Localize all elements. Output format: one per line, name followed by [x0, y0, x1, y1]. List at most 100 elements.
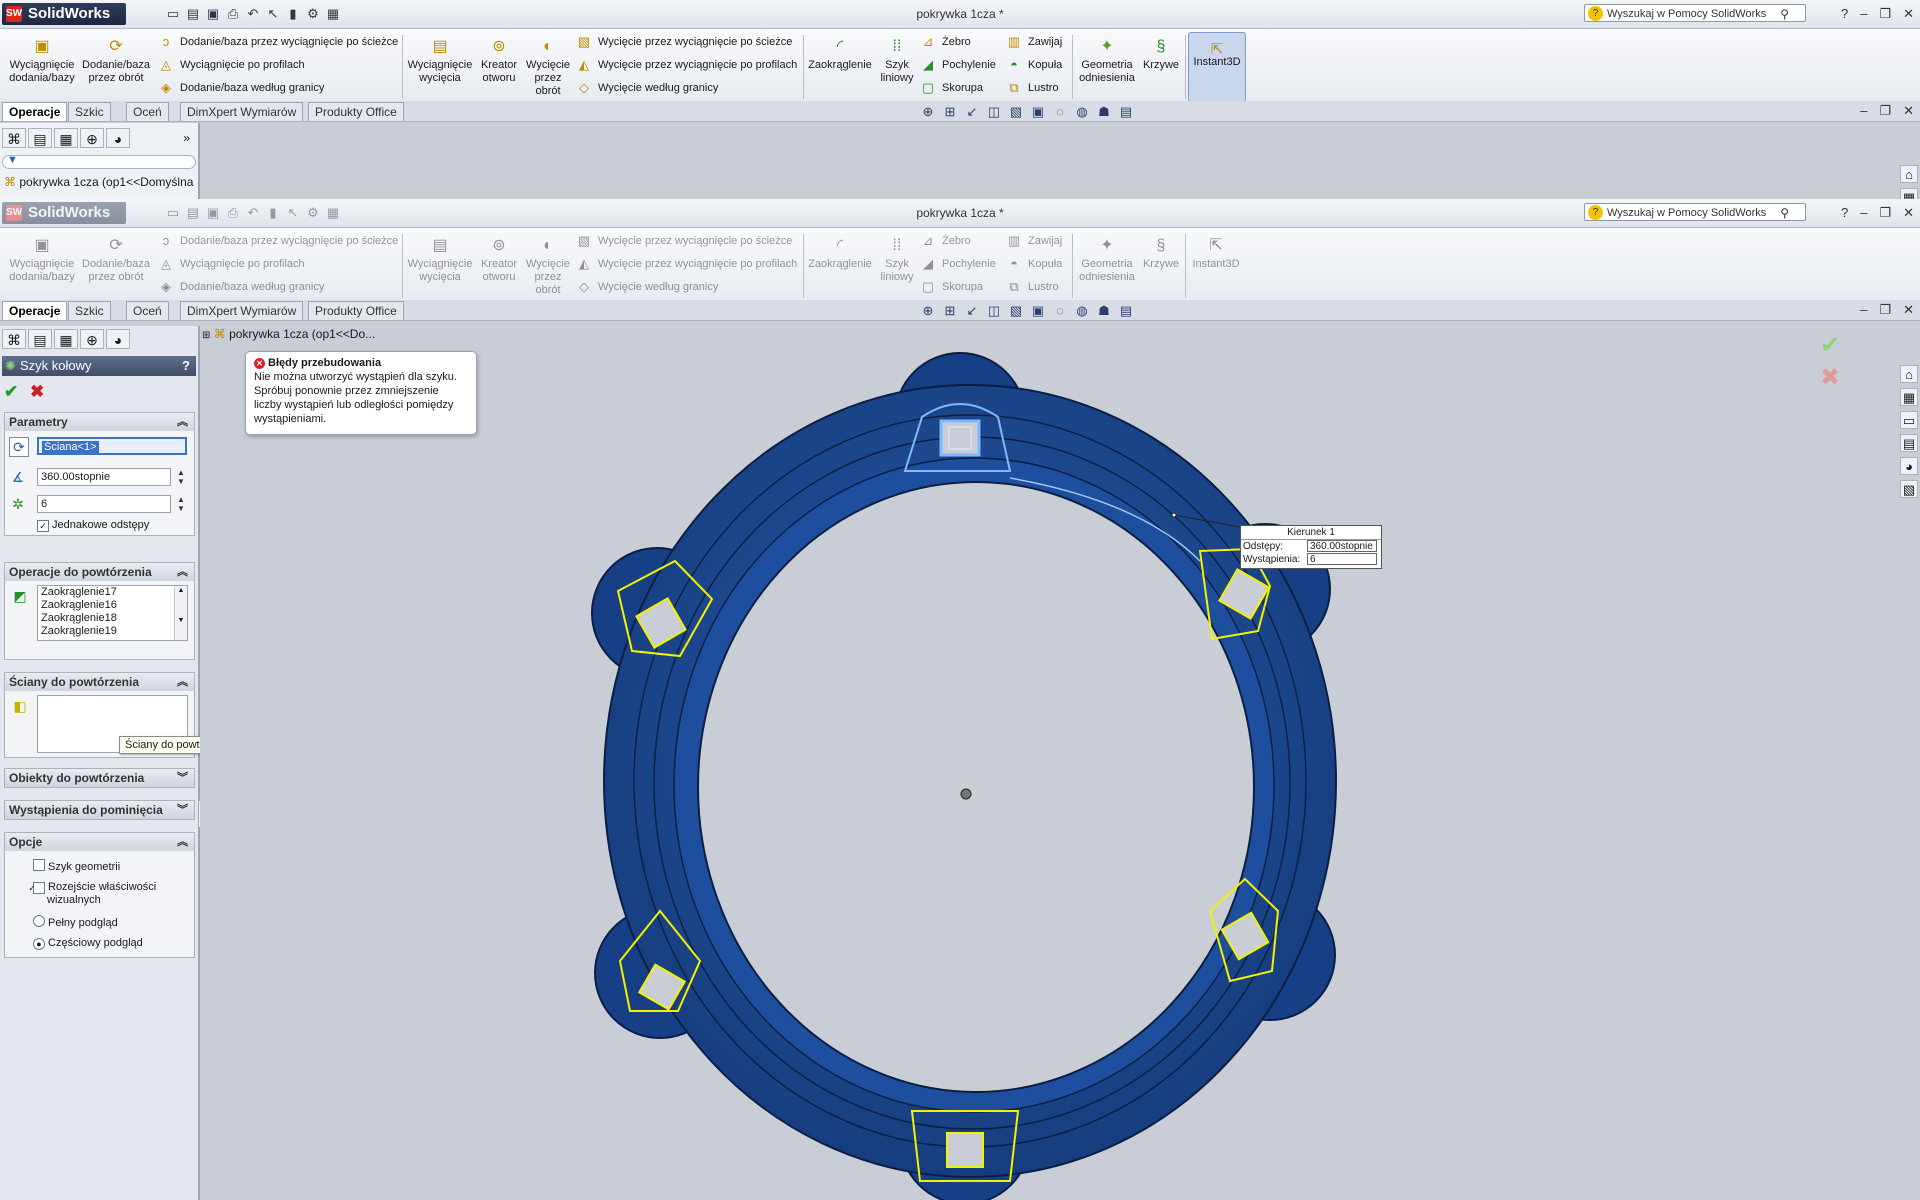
params-header[interactable]: Parametry ︽ — [5, 413, 194, 431]
view-settings-icon[interactable]: ▤ — [1118, 104, 1134, 120]
display-style-icon[interactable]: ▣ — [1030, 303, 1046, 319]
tab-operacje[interactable]: Operacje — [2, 102, 68, 121]
curves-button[interactable]: § Krzywe — [1140, 37, 1182, 72]
tab-szkic[interactable]: Szkic — [68, 301, 111, 320]
angle-spinner-icon[interactable]: ▲ ▼ — [177, 468, 185, 486]
shell-button[interactable]: ▢ Skorupa — [920, 278, 983, 296]
tab-dimxpert[interactable]: DimXpert Wymiarów — [180, 301, 304, 320]
restore-icon[interactable]: ❐ — [1879, 205, 1891, 221]
zoom-area-icon[interactable]: ⊞ — [942, 303, 958, 319]
wrap-button[interactable]: ▥ Zawijaj — [1006, 232, 1062, 250]
appearances-icon[interactable]: ◕ — [1900, 457, 1918, 475]
direction-callout[interactable]: Kierunek 1 Odstępy: 360.00stopnie Wystąpi… — [1240, 525, 1382, 569]
rib-button[interactable]: ⊿ Żebro — [920, 33, 971, 51]
mirror-button[interactable]: ⧉ Lustro — [1006, 278, 1058, 296]
instant3d-button[interactable]: ⇱ Instant3D — [1188, 32, 1246, 102]
help-icon[interactable]: ? — [1841, 205, 1848, 221]
expand-icon[interactable]: ︾ — [177, 769, 188, 787]
help-search[interactable]: ? Wyszukaj w Pomocy SolidWorks ⚲ — [1584, 4, 1806, 22]
dome-button[interactable]: ◓ Kopuła — [1006, 255, 1062, 273]
loft-cut-button[interactable]: ◭ Wycięcie przez wyciągnięcie po profilac… — [576, 56, 797, 74]
expand-panel-icon[interactable]: » — [183, 131, 190, 145]
doc-minimize-icon[interactable]: – — [1860, 302, 1867, 318]
home-icon[interactable]: ⌂ — [1900, 165, 1918, 183]
collapse-icon[interactable]: ︽ — [177, 833, 188, 851]
display-manager-tab-icon[interactable]: ◕ — [106, 329, 130, 349]
shell-button[interactable]: ▢ Skorupa — [920, 79, 983, 97]
fillet-button[interactable]: ◜ Zaokrąglenie — [806, 37, 874, 72]
list-item[interactable]: Zaokrąglenie16 — [41, 599, 187, 612]
ring-body[interactable] — [603, 384, 1337, 1178]
extrude-boss-button[interactable]: ▣ Wyciągnięcie dodania/bazy — [6, 37, 78, 85]
confirm-cancel-icon[interactable]: ✖ — [1820, 363, 1840, 392]
skip-instances-header[interactable]: Wystąpienia do pominięcia ︾ — [5, 801, 194, 819]
sweep-cut-button[interactable]: ▧ Wycięcie przez wyciągnięcie po ścieżce — [576, 232, 792, 250]
zoom-fit-icon[interactable]: ⊕ — [920, 303, 936, 319]
instances-spinner-icon[interactable]: ▲ ▼ — [177, 495, 185, 513]
property-manager-tab-icon[interactable]: ▤ — [28, 128, 52, 148]
rotate-axis-icon[interactable]: ⟳ — [9, 437, 29, 457]
configuration-manager-tab-icon[interactable]: ▦ — [54, 329, 78, 349]
loft-boss-button[interactable]: ◬ Wyciągnięcie po profilach — [158, 255, 305, 273]
section-view-icon[interactable]: ◫ — [986, 104, 1002, 120]
wrap-button[interactable]: ▥ Zawijaj — [1006, 33, 1062, 51]
expand-icon[interactable]: ︾ — [177, 801, 188, 819]
faces-header[interactable]: Ściany do powtórzenia ︽ — [5, 673, 194, 691]
revolve-boss-button[interactable]: ⟳ Dodanie/baza przez obrót — [80, 236, 152, 284]
hole-wizard-button[interactable]: ⊚ Kreator otworu — [476, 236, 522, 284]
tab-dimxpert[interactable]: DimXpert Wymiarów — [180, 102, 304, 121]
help-search[interactable]: ? Wyszukaj w Pomocy SolidWorks ⚲ — [1584, 203, 1806, 221]
linear-pattern-button[interactable]: ⁞⁞ Szyk liniowy — [876, 236, 918, 284]
part-model-view[interactable] — [200, 321, 1920, 1200]
full-preview-radio[interactable]: Pełny podgląd — [33, 915, 118, 930]
features-list[interactable]: Zaokrąglenie17 Zaokrąglenie16 Zaokrąglen… — [37, 585, 188, 641]
mirror-button[interactable]: ⧉ Lustro — [1006, 79, 1058, 97]
angle-field[interactable]: 360.00stopnie — [37, 468, 171, 486]
zoom-fit-icon[interactable]: ⊕ — [920, 104, 936, 120]
sweep-boss-button[interactable]: ↄ Dodanie/baza przez wyciągnięcie po ście… — [158, 33, 399, 51]
instant3d-button[interactable]: ⇱ Instant3D — [1188, 236, 1244, 271]
doc-restore-icon[interactable]: ❐ — [1879, 103, 1891, 119]
sweep-cut-button[interactable]: ▧ Wycięcie przez wyciągnięcie po ścieżce — [576, 33, 792, 51]
cancel-icon[interactable]: ✖ — [30, 382, 44, 402]
previous-view-icon[interactable]: ↙ — [964, 104, 980, 120]
doc-close-icon[interactable]: ✕ — [1903, 302, 1914, 318]
geometry-pattern-checkbox[interactable]: Szyk geometrii — [33, 859, 120, 874]
features-header[interactable]: Operacje do powtórzenia ︽ — [5, 563, 194, 581]
feature-manager-tab-icon[interactable]: ⌘ — [2, 329, 26, 349]
extrude-cut-button[interactable]: ▤ Wyciągnięcie wycięcia — [404, 37, 476, 85]
loft-cut-button[interactable]: ◭ Wycięcie przez wyciągnięcie po profilac… — [576, 255, 797, 273]
ok-icon[interactable]: ✔ — [4, 382, 18, 402]
revolve-boss-button[interactable]: ⟳ Dodanie/baza przez obrót — [80, 37, 152, 85]
close-icon[interactable]: ✕ — [1903, 205, 1914, 221]
confirm-ok-icon[interactable]: ✔ — [1820, 331, 1840, 360]
sweep-boss-button[interactable]: ↄ Dodanie/baza przez wyciągnięcie po ście… — [158, 232, 399, 250]
dimxpert-manager-tab-icon[interactable]: ⊕ — [80, 128, 104, 148]
options-header[interactable]: Opcje ︽ — [5, 833, 194, 851]
tab-szkic[interactable]: Szkic — [68, 102, 111, 121]
filter-field[interactable]: ▼ — [2, 154, 196, 169]
hole-wizard-button[interactable]: ⊚ Kreator otworu — [476, 37, 522, 85]
zoom-area-icon[interactable]: ⊞ — [942, 104, 958, 120]
loft-boss-button[interactable]: ◬ Wyciągnięcie po profilach — [158, 56, 305, 74]
collapse-icon[interactable]: ︽ — [177, 673, 188, 691]
boundary-boss-button[interactable]: ◈ Dodanie/baza według granicy — [158, 278, 324, 296]
list-item[interactable]: Zaokrąglenie17 — [41, 586, 187, 599]
partial-preview-radio[interactable]: ● Częściowy podgląd — [33, 937, 143, 950]
extrude-boss-button[interactable]: ▣ Wyciągnięcie dodania/bazy — [6, 236, 78, 284]
axis-field[interactable]: Ściana<1> — [37, 437, 187, 455]
rib-button[interactable]: ⊿ Żebro — [920, 232, 971, 250]
appearance-icon[interactable]: ◍ — [1074, 303, 1090, 319]
scene-icon[interactable]: ☗ — [1096, 303, 1112, 319]
view-orientation-icon[interactable]: ▧ — [1008, 104, 1024, 120]
search-icon[interactable]: ⚲ — [1780, 204, 1789, 222]
graphics-area[interactable]: ⊞ ⌘ pokrywka 1cza (op1<<Do... ⌂ ▦ ▭ ▤ ◕ … — [200, 321, 1920, 1200]
appearance-icon[interactable]: ◍ — [1074, 104, 1090, 120]
reference-geometry-button[interactable]: ✦ Geometria odniesienia — [1074, 236, 1140, 284]
extrude-cut-button[interactable]: ▤ Wyciągnięcie wycięcia — [404, 236, 476, 284]
collapse-icon[interactable]: ︽ — [177, 563, 188, 581]
list-scrollbar[interactable]: ▲ ▼ — [174, 586, 187, 640]
display-manager-tab-icon[interactable]: ◕ — [106, 128, 130, 148]
callout-spacing-field[interactable]: 360.00stopnie — [1307, 540, 1377, 552]
tab-produkty-office[interactable]: Produkty Office — [308, 102, 404, 121]
